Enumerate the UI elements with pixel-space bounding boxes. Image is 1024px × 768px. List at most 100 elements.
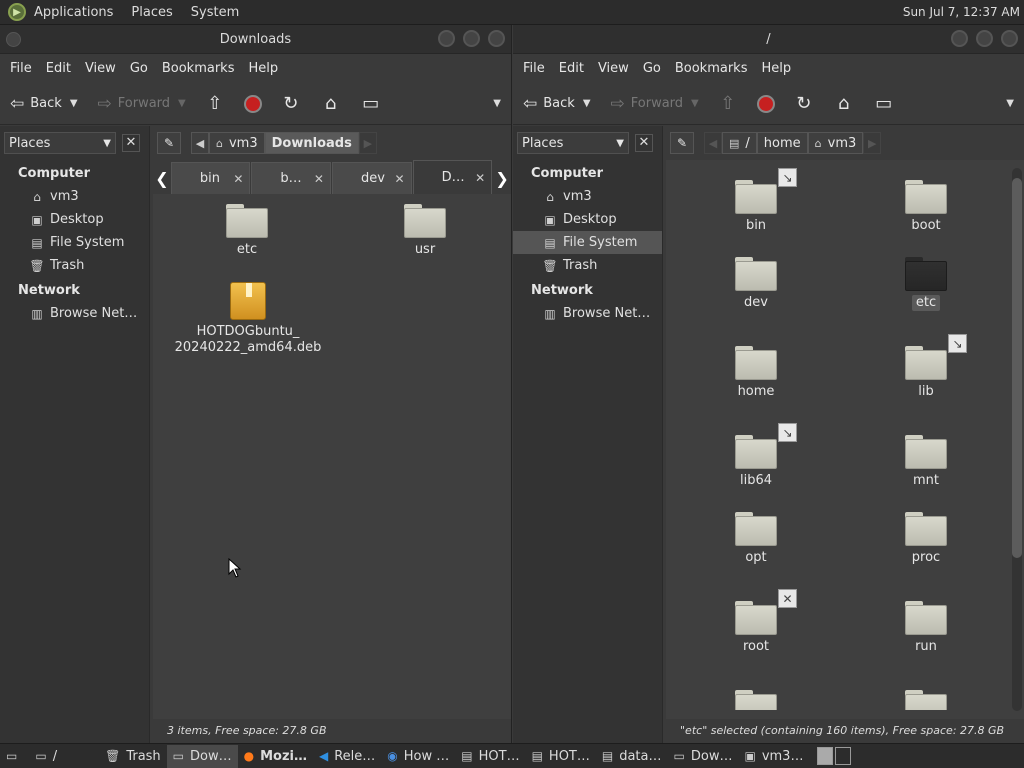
back-history-caret[interactable]: ▼ <box>70 98 78 109</box>
close-tab-icon[interactable]: ✕ <box>475 171 485 185</box>
toolbar-overflow-caret[interactable]: ▼ <box>493 98 501 109</box>
path-scroll-left[interactable]: ◀ <box>191 132 209 154</box>
menu-edit[interactable]: Edit <box>46 61 71 76</box>
taskbar-item-root[interactable]: ▭ / <box>29 745 63 768</box>
forward-history-caret[interactable]: ▼ <box>178 98 186 109</box>
workspace-1[interactable] <box>817 747 834 765</box>
close-tab-icon[interactable]: ✕ <box>314 172 324 186</box>
crumb-downloads[interactable]: Downloads <box>264 132 359 154</box>
file-item[interactable]: ↘ bin <box>721 168 797 234</box>
distro-logo-icon[interactable]: ▶ <box>8 3 26 21</box>
file-item[interactable]: opt <box>721 512 791 566</box>
sidebar-item-browse-network[interactable]: ▥ Browse Net… <box>513 302 662 325</box>
taskbar-item-hot-1[interactable]: ▤ HOT… <box>455 745 525 768</box>
sidebar-item-trash[interactable]: 🗑 Trash <box>0 254 149 277</box>
tab-bin[interactable]: bin ✕ <box>170 162 251 194</box>
menu-system[interactable]: System <box>191 5 239 20</box>
minimize-button[interactable] <box>438 30 455 47</box>
taskbar-item-downloads-2[interactable]: ▭ Dow… <box>668 745 739 768</box>
sidebar-item-browse-network[interactable]: ▥ Browse Net… <box>0 302 149 325</box>
sidebar-item-trash[interactable]: 🗑 Trash <box>513 254 662 277</box>
tab-boot[interactable]: b… ✕ <box>251 162 331 194</box>
file-item[interactable]: etc <box>203 204 291 258</box>
toolbar-overflow-caret[interactable]: ▼ <box>1006 98 1014 109</box>
up-icon[interactable]: ⇧ <box>204 93 226 114</box>
sidebar-item-desktop[interactable]: ▣ Desktop <box>0 208 149 231</box>
taskbar-item-chrome[interactable]: ◉ How … <box>381 745 455 768</box>
stop-icon[interactable] <box>756 94 775 113</box>
vertical-scrollbar[interactable] <box>1012 168 1022 711</box>
show-desktop-icon[interactable]: ▭ <box>0 745 29 768</box>
file-item[interactable]: ↘ lib64 <box>721 423 797 489</box>
reload-icon[interactable]: ↻ <box>280 93 302 114</box>
sidebar-item-vm3[interactable]: ⌂ vm3 <box>513 185 662 208</box>
menu-go[interactable]: Go <box>130 61 148 76</box>
path-scroll-right[interactable]: ▶ <box>863 132 882 154</box>
sidebar-selector[interactable]: Places ▼ <box>4 132 116 154</box>
taskbar-item-hot-2[interactable]: ▤ HOT… <box>526 745 596 768</box>
taskbar-item-terminal[interactable]: ▣ vm3… <box>738 745 809 768</box>
menu-edit[interactable]: Edit <box>559 61 584 76</box>
maximize-button[interactable] <box>463 30 480 47</box>
file-item[interactable]: boot <box>891 180 961 234</box>
sidebar-close-icon[interactable]: ✕ <box>122 134 140 152</box>
file-item[interactable]: ✕ root <box>721 589 797 655</box>
file-item[interactable]: usr <box>381 204 469 258</box>
home-icon[interactable]: ⌂ <box>833 93 855 114</box>
menu-bookmarks[interactable]: Bookmarks <box>675 61 748 76</box>
edit-location-icon[interactable]: ✎ <box>670 132 694 154</box>
back-button[interactable]: ⇦ Back <box>523 94 575 114</box>
home-icon[interactable]: ⌂ <box>320 93 342 114</box>
scrollbar-thumb[interactable] <box>1012 178 1022 558</box>
titlebar[interactable]: Downloads <box>0 25 511 54</box>
file-item[interactable]: run <box>891 601 961 655</box>
back-button[interactable]: ⇦ Back <box>10 94 62 114</box>
sidebar-item-file-system[interactable]: ▤ File System <box>0 231 149 254</box>
sidebar-item-desktop[interactable]: ▣ Desktop <box>513 208 662 231</box>
file-item[interactable]: proc <box>891 512 961 566</box>
path-scroll-right[interactable]: ▶ <box>358 132 377 154</box>
sidebar-item-file-system[interactable]: ▤ File System <box>513 231 662 254</box>
taskbar-item-vscode[interactable]: ◀ Rele… <box>313 745 381 768</box>
forward-button[interactable]: ⇨ Forward <box>611 94 684 114</box>
file-item[interactable]: ↘ lib <box>891 334 967 400</box>
menu-file[interactable]: File <box>10 61 32 76</box>
minimize-button[interactable] <box>951 30 968 47</box>
menu-view[interactable]: View <box>598 61 629 76</box>
up-icon[interactable]: ⇧ <box>717 93 739 114</box>
taskbar-item-firefox[interactable]: ● Mozi… <box>238 745 313 768</box>
maximize-button[interactable] <box>976 30 993 47</box>
icon-view[interactable]: ↘ bin boot dev etc home ↘ lib ↘ lib64 mn… <box>666 160 1024 719</box>
close-tab-icon[interactable]: ✕ <box>233 172 243 186</box>
taskbar-item-trash[interactable]: 🗑 Trash <box>99 745 167 768</box>
crumb-vm3[interactable]: ⌂ vm3 <box>209 132 265 154</box>
path-scroll-left[interactable]: ◀ <box>704 132 722 154</box>
crumb-vm3[interactable]: ⌂ vm3 <box>807 132 864 154</box>
file-item[interactable]: mnt <box>891 435 961 489</box>
titlebar[interactable]: / <box>513 25 1024 54</box>
crumb-root[interactable]: ▤ / <box>722 132 757 154</box>
menu-go[interactable]: Go <box>643 61 661 76</box>
back-history-caret[interactable]: ▼ <box>583 98 591 109</box>
computer-icon[interactable]: ▭ <box>360 93 382 114</box>
menu-applications[interactable]: Applications <box>34 5 113 20</box>
tab-downloads[interactable]: D… ✕ <box>412 160 493 194</box>
forward-history-caret[interactable]: ▼ <box>691 98 699 109</box>
tab-dev[interactable]: dev ✕ <box>331 162 412 194</box>
edit-location-icon[interactable]: ✎ <box>157 132 181 154</box>
sidebar-selector[interactable]: Places ▼ <box>517 132 629 154</box>
file-item[interactable]: HOTDOGbuntu_ 20240222_amd64.deb <box>173 282 323 356</box>
sidebar-item-vm3[interactable]: ⌂ vm3 <box>0 185 149 208</box>
file-item[interactable]: dev <box>721 257 791 311</box>
tabs-scroll-right-icon[interactable]: ❯ <box>493 162 511 194</box>
forward-button[interactable]: ⇨ Forward <box>98 94 171 114</box>
menu-help[interactable]: Help <box>761 61 791 76</box>
close-tab-icon[interactable]: ✕ <box>395 172 405 186</box>
menu-bookmarks[interactable]: Bookmarks <box>162 61 235 76</box>
file-item-selected[interactable]: etc <box>891 257 961 311</box>
menu-file[interactable]: File <box>523 61 545 76</box>
reload-icon[interactable]: ↻ <box>793 93 815 114</box>
icon-view[interactable]: etc usr HOTDOGbuntu_ 20240222_amd64.deb <box>153 194 511 719</box>
menu-places[interactable]: Places <box>131 5 172 20</box>
menu-help[interactable]: Help <box>248 61 278 76</box>
